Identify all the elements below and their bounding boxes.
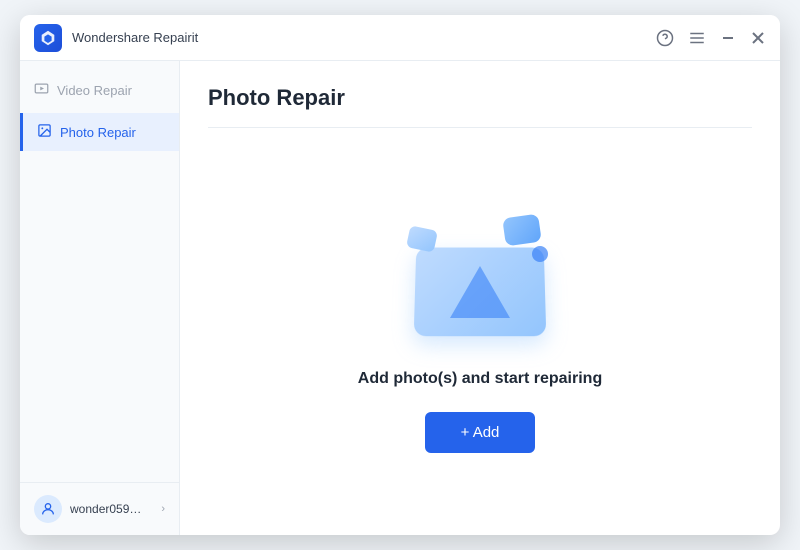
app-title: Wondershare Repairit <box>72 30 656 45</box>
video-repair-icon <box>34 81 49 99</box>
illus-triangle <box>450 266 510 318</box>
illus-piece2 <box>406 225 438 252</box>
minimize-button[interactable] <box>720 30 736 46</box>
main-body: Add photo(s) and start repairing + Add <box>208 148 752 511</box>
sidebar: Video Repair Photo Repair <box>20 61 180 535</box>
photo-repair-icon <box>37 123 52 141</box>
sidebar-label-photo: Photo Repair <box>60 125 136 140</box>
avatar <box>34 495 62 523</box>
titlebar: Wondershare Repairit <box>20 15 780 61</box>
sidebar-label-video: Video Repair <box>57 83 132 98</box>
illus-piece1 <box>502 214 542 247</box>
main-content: Photo Repair Add photo(s) and start repa… <box>180 61 780 535</box>
app-logo <box>34 24 62 52</box>
chevron-right-icon: › <box>161 503 165 515</box>
help-icon[interactable] <box>656 29 674 47</box>
page-title: Photo Repair <box>208 85 752 128</box>
window-controls <box>656 29 766 47</box>
photo-repair-illustration <box>400 206 560 346</box>
user-name: wonder059@16... <box>70 502 153 516</box>
user-profile[interactable]: wonder059@16... › <box>20 482 179 535</box>
sidebar-item-video-repair[interactable]: Video Repair <box>20 71 179 109</box>
app-window: Wondershare Repairit <box>20 15 780 535</box>
add-button[interactable]: + Add <box>425 412 536 453</box>
menu-icon[interactable] <box>688 29 706 47</box>
content-area: Video Repair Photo Repair <box>20 61 780 535</box>
sidebar-item-photo-repair[interactable]: Photo Repair <box>20 113 179 151</box>
prompt-text: Add photo(s) and start repairing <box>358 370 602 388</box>
illus-dot <box>532 246 548 262</box>
close-button[interactable] <box>750 30 766 46</box>
